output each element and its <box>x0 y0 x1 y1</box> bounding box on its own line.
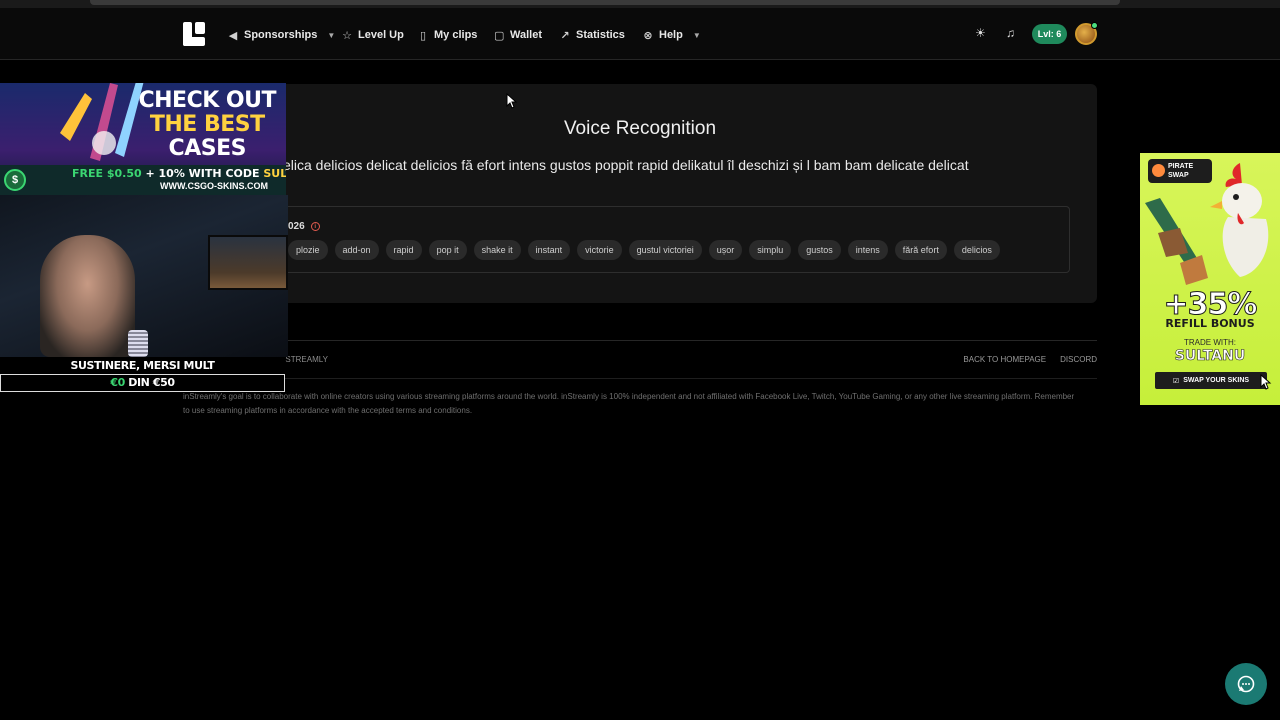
promo-amount: FREE $0.50 <box>72 167 142 180</box>
swap-button-label: SWAP YOUR SKINS <box>1183 377 1250 384</box>
keyword-tag[interactable]: add-on <box>334 240 379 260</box>
ad-headline-line: CHECK OUT <box>138 88 276 113</box>
theme-toggle-sun-icon[interactable]: ☀ <box>975 26 986 40</box>
clip-icon: ▯ <box>419 29 427 42</box>
keyword-tag[interactable]: delicios <box>953 240 1000 260</box>
rooster-mascot-image <box>1210 163 1269 277</box>
brand-name: PIRATE SWAP <box>1168 163 1194 179</box>
voice-recognition-card: Voice Recognition elica delicios delicat… <box>183 84 1097 303</box>
keyword-tag[interactable]: gustul victoriei <box>628 240 702 260</box>
chat-icon <box>1237 675 1255 693</box>
promo-code: SULTANU <box>263 167 286 180</box>
nav-label: Level Up <box>358 29 404 41</box>
footer-divider <box>183 378 1097 379</box>
mouse-cursor-icon <box>506 93 518 109</box>
ad-headline-line: CASES <box>168 136 247 161</box>
dollar-coin-icon: $ <box>4 169 26 191</box>
nav-label: My clips <box>434 29 478 41</box>
keyword-tag[interactable]: instant <box>527 240 571 260</box>
keywords-label: 026 i <box>288 221 320 232</box>
keyword-tag[interactable]: ușor <box>708 240 743 260</box>
level-badge[interactable]: Lvl: 6 <box>1032 24 1067 44</box>
rifle-skin-image <box>1145 198 1208 285</box>
bonus-label: REFILL BONUS <box>1165 317 1255 330</box>
footer-links: BACK TO HOMEPAGE DISCORD <box>963 355 1097 364</box>
knife-skin-image <box>60 83 144 161</box>
nav-label: Wallet <box>510 29 542 41</box>
ad-promo-text: FREE $0.50 + 10% WITH CODE SULTANU <box>72 167 286 180</box>
notifications-bell-icon[interactable]: ♫ <box>1006 26 1015 40</box>
keywords-panel: 026 i plozie add-on rapid pop it shake i… <box>283 206 1070 273</box>
keyword-tag[interactable]: intens <box>847 240 888 260</box>
transcript-text: elica delicios delicat delicios fă efort… <box>283 157 969 173</box>
discord-link[interactable]: DISCORD <box>1060 355 1097 364</box>
top-navbar: ◀ Sponsorships ▼ ☆ Level Up ▯ My clips ▢… <box>0 8 1280 60</box>
nav-label: Statistics <box>576 29 625 41</box>
info-icon[interactable]: i <box>310 222 320 231</box>
megaphone-icon: ◀ <box>228 29 238 42</box>
donation-caption: SUSTINERE, MERSI MULT <box>0 357 285 374</box>
nav-label: Sponsorships <box>244 29 318 41</box>
wallet-icon: ▢ <box>494 29 505 42</box>
nav-help[interactable]: ⊗ Help ▼ <box>643 26 701 44</box>
nav-label: Help <box>659 29 683 41</box>
csgo-skins-ad-banner: CHECK OUT THE BEST CASES $ FREE $0.50 + … <box>0 83 286 195</box>
keyword-tag[interactable]: pop it <box>428 240 467 260</box>
back-to-homepage-link[interactable]: BACK TO HOMEPAGE <box>963 355 1046 364</box>
streamer-code: SULTANU <box>1174 348 1246 365</box>
keyword-tag[interactable]: rapid <box>385 240 422 260</box>
pirateswap-ad[interactable]: PIRATE SWAP +35% REFILL BONUS TRADE WITH… <box>1140 153 1280 405</box>
swap-skins-button[interactable]: ☑ SWAP YOUR SKINS <box>1155 372 1267 389</box>
ad-headline-line: THE BEST <box>149 112 265 137</box>
nav-wallet[interactable]: ▢ Wallet <box>494 26 542 44</box>
goal-current: €0 <box>110 376 125 389</box>
skull-icon <box>1152 164 1165 177</box>
nav-my-clips[interactable]: ▯ My clips <box>418 26 477 44</box>
nav-sponsorships[interactable]: ◀ Sponsorships ▼ <box>228 26 336 44</box>
mouse-cursor-icon <box>1260 374 1272 390</box>
help-icon: ⊗ <box>643 29 653 42</box>
streamer-figure <box>40 235 135 357</box>
chart-icon: ↗ <box>560 29 570 42</box>
microphone <box>128 330 148 357</box>
instreamly-logo[interactable] <box>183 22 205 46</box>
keyword-tag[interactable]: gustos <box>798 240 841 260</box>
browser-tab[interactable] <box>90 0 1120 5</box>
keyword-tag[interactable]: shake it <box>473 240 521 260</box>
footer-divider <box>183 340 1097 341</box>
keyword-tag[interactable]: plozie <box>288 240 328 260</box>
promo-text: + 10% WITH CODE <box>141 167 264 180</box>
goal-target: DIN €50 <box>124 376 175 389</box>
support-chat-button[interactable] <box>1225 663 1267 705</box>
webcam-background-screen <box>208 235 288 290</box>
nav-level-up[interactable]: ☆ Level Up <box>342 26 404 44</box>
ad-promo-strip: $ FREE $0.50 + 10% WITH CODE SULTANU WWW… <box>0 165 286 195</box>
streamer-webcam <box>0 195 288 357</box>
donation-goal-bar: €0 DIN €50 <box>0 374 285 392</box>
browser-tab-strip <box>0 0 1280 8</box>
trade-with-label: TRADE WITH: <box>1184 338 1236 347</box>
keyword-tags: plozie add-on rapid pop it shake it inst… <box>288 240 1000 260</box>
chevron-down-icon: ▼ <box>327 30 336 40</box>
keyword-tag[interactable]: victorie <box>577 240 622 260</box>
star-icon: ☆ <box>342 29 352 42</box>
disclaimer-text: inStreamly's goal is to collaborate with… <box>183 392 1075 415</box>
nav-statistics[interactable]: ↗ Statistics <box>560 26 625 44</box>
online-status-dot <box>1091 22 1098 29</box>
checkbox-icon: ☑ <box>1172 377 1180 385</box>
page-title: Voice Recognition <box>563 118 717 139</box>
ad-url: WWW.CSGO-SKINS.COM <box>160 181 268 191</box>
ad-headline: CHECK OUT THE BEST CASES <box>138 89 276 161</box>
keywords-label-text: 026 <box>288 221 305 232</box>
keyword-tag[interactable]: simplu <box>749 240 792 260</box>
keyword-tag[interactable]: fără efort <box>894 240 947 260</box>
chevron-down-icon: ▼ <box>692 30 701 40</box>
user-avatar[interactable] <box>1075 22 1098 45</box>
